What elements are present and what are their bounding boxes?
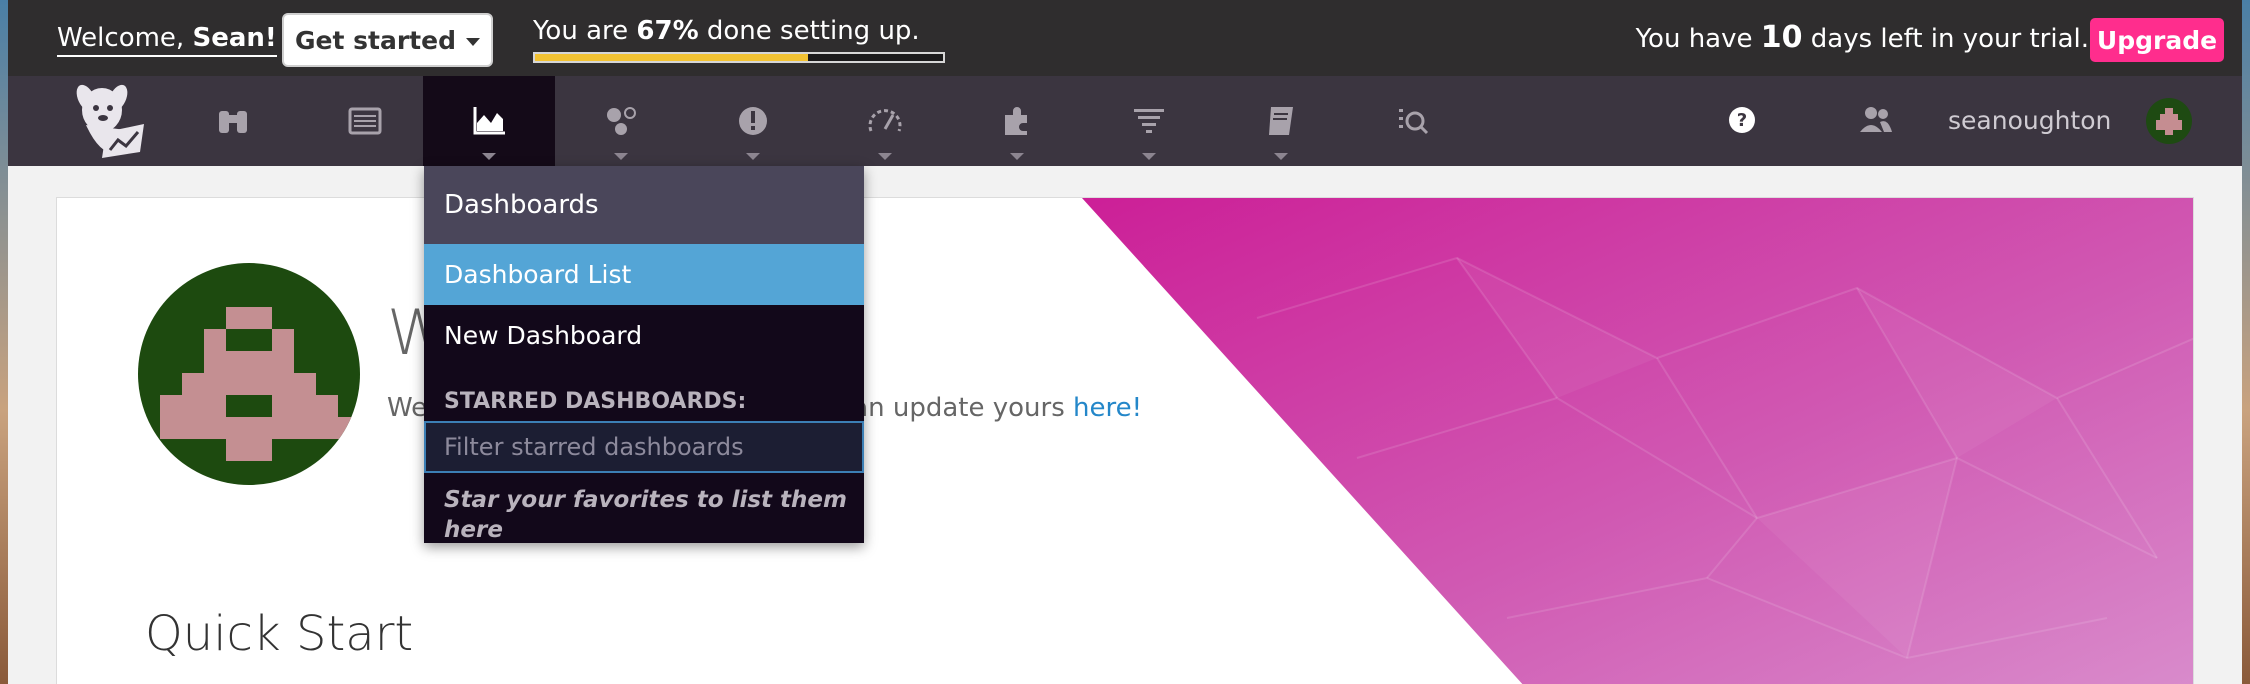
nav-item-binoculars[interactable] — [167, 76, 299, 166]
integrations-puzzle-icon — [1005, 107, 1027, 135]
starred-empty-hint: Star your favorites to list them here — [444, 487, 847, 543]
username[interactable]: seanoughton — [1948, 106, 2111, 136]
welcome-message: Welcome, Sean! — [57, 22, 277, 57]
get-started-button[interactable]: Get started — [282, 13, 493, 67]
dropdown-header: Dashboards — [424, 166, 864, 244]
chevron-down-icon — [878, 153, 892, 160]
binoculars-icon — [219, 111, 247, 133]
trial-suffix: days left in your trial. — [1802, 24, 2089, 54]
chevron-down-icon — [746, 153, 760, 160]
svg-text:?: ? — [1737, 110, 1747, 131]
nav-item-dashboards[interactable] — [423, 76, 555, 166]
app-window: Welcome, Sean! Get started You are 67% d… — [8, 0, 2242, 684]
chevron-down-icon — [1010, 153, 1024, 160]
metrics-gauge-icon — [868, 109, 902, 132]
caret-down-icon — [465, 37, 480, 46]
trial-days: 10 — [1760, 20, 1803, 55]
menu-item-dashboard-list[interactable]: Dashboard List — [424, 244, 864, 305]
team-users-icon[interactable] — [1856, 100, 1896, 140]
quick-start-title: Quick Start — [145, 606, 414, 662]
trial-bar: Welcome, Sean! Get started You are 67% d… — [8, 0, 2242, 76]
help-circle-icon[interactable]: ? — [1722, 100, 1762, 140]
datadog-logo-icon[interactable] — [66, 80, 146, 162]
filter-starred-input[interactable] — [424, 421, 864, 473]
setup-status: You are 67% done setting up. — [533, 15, 920, 47]
watchdog-search-icon — [1399, 109, 1429, 135]
welcome-card: W We an update yours here! Quick Start — [56, 197, 2194, 684]
menu-item-new-dashboard[interactable]: New Dashboard — [424, 305, 864, 366]
logs-filter-icon — [1134, 109, 1164, 133]
chevron-down-icon — [482, 153, 496, 160]
notebooks-book-icon — [1269, 107, 1293, 135]
nav-item-watchdog[interactable] — [1347, 76, 1479, 166]
avatar[interactable] — [2146, 98, 2192, 144]
welcome-name: Sean! — [192, 23, 277, 53]
trial-prefix: You have — [1635, 24, 1761, 54]
nav-item-notebooks[interactable] — [1215, 76, 1347, 166]
setup-progress-bar — [533, 52, 945, 63]
trial-remaining: You have 10 days left in your trial. — [1636, 22, 2089, 55]
main-navbar: ? seanoughton — [8, 76, 2242, 166]
welcome-prefix: Welcome, — [57, 23, 193, 53]
chevron-down-icon — [1274, 153, 1288, 160]
monitors-alert-icon — [739, 107, 767, 135]
setup-prefix: You are — [533, 16, 637, 46]
profile-update-link[interactable]: here! — [1073, 393, 1142, 423]
profile-avatar[interactable] — [138, 263, 360, 485]
nav-item-metrics[interactable] — [819, 76, 951, 166]
setup-percent: 67% — [636, 16, 699, 46]
nav-item-events[interactable] — [299, 76, 431, 166]
profile-prefix: We — [387, 393, 428, 423]
profile-suffix: an update yours — [852, 393, 1074, 423]
chevron-down-icon — [614, 153, 628, 160]
upgrade-button[interactable]: Upgrade — [2090, 18, 2224, 62]
nav-item-infrastructure[interactable] — [555, 76, 687, 166]
nav-item-logs[interactable] — [1083, 76, 1215, 166]
nav-item-integrations[interactable] — [951, 76, 1083, 166]
nav-item-monitors[interactable] — [687, 76, 819, 166]
infrastructure-hexagons-icon — [607, 107, 636, 135]
starred-dashboards-label: STARRED DASHBOARDS: — [444, 389, 747, 414]
get-started-label: Get started — [295, 25, 456, 55]
setup-progress-fill — [535, 54, 809, 61]
dashboards-chart-icon — [473, 107, 505, 135]
dashboards-dropdown: Dashboards Dashboard List New Dashboard … — [424, 166, 864, 543]
chevron-down-icon — [1142, 153, 1156, 160]
events-list-icon — [348, 107, 382, 135]
setup-suffix: done setting up. — [698, 16, 920, 46]
